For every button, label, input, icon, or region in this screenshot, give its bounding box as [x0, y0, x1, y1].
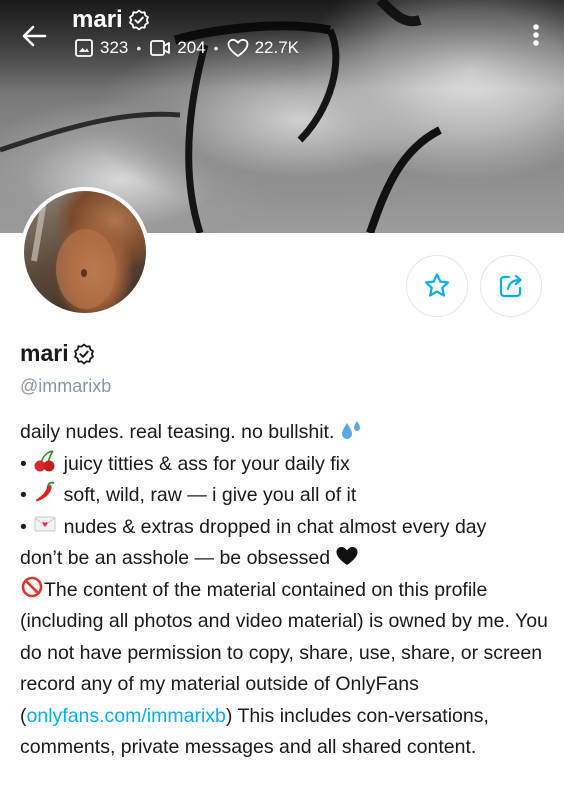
header-stats: 323 • 204 • 22.7K	[74, 38, 299, 58]
videos-count: 204	[177, 38, 206, 57]
share-icon	[499, 274, 522, 298]
header-name: mari	[72, 6, 123, 33]
verified-badge-icon	[128, 9, 149, 31]
bio-bullet-text: juicy titties & ass for your daily fix	[63, 452, 350, 475]
likes-stat: 22.7K	[227, 38, 299, 58]
sweat-droplets-icon	[341, 421, 360, 439]
avatar-photo	[31, 200, 116, 309]
hot-pepper-icon	[36, 481, 55, 502]
favorite-button[interactable]	[406, 255, 468, 317]
back-button[interactable]	[16, 18, 52, 54]
image-icon	[75, 39, 93, 57]
avatar[interactable]	[20, 187, 150, 317]
more-options-button[interactable]	[524, 18, 548, 52]
bio-bullet-text: soft, wild, raw — i give you all of it	[63, 484, 357, 506]
bio-bullet-text: nudes & extras dropped in chat almost ev…	[63, 515, 487, 538]
photos-count: 323	[100, 38, 129, 57]
love-letter-icon	[34, 516, 56, 531]
bio-line: don’t be an asshole — be obsessed	[20, 543, 550, 575]
bio-intro: daily nudes. real teasing. no bullshit.	[20, 421, 335, 443]
cherries-icon	[34, 449, 55, 471]
likes-count: 22.7K	[254, 38, 299, 57]
profile-handle: @immarixb	[20, 376, 112, 396]
bullet-dot: •	[20, 452, 33, 475]
verified-badge-icon	[73, 343, 94, 364]
profile-bio: daily nudes. real teasing. no bullshit. …	[20, 417, 550, 764]
star-icon	[424, 273, 450, 297]
arrow-left-icon	[22, 25, 47, 47]
profile-name-text: mari	[20, 340, 69, 366]
stat-separator: •	[136, 40, 142, 56]
bullet-dot: •	[20, 515, 33, 538]
video-icon	[150, 40, 171, 56]
black-heart-icon	[336, 547, 358, 565]
bio-obsessed: don’t be an asshole — be obsessed	[20, 547, 331, 569]
bio-bullet: • juicy titties & ass for your daily fix	[20, 449, 550, 481]
stat-separator: •	[213, 40, 219, 56]
prohibited-icon	[21, 576, 43, 597]
bio-bullet: • nudes & extras dropped in chat almost …	[20, 512, 550, 544]
bio-line: daily nudes. real teasing. no bullshit.	[20, 417, 550, 449]
heart-icon	[227, 38, 248, 57]
header-title: mari	[72, 6, 151, 34]
profile-name: mari	[20, 340, 96, 367]
videos-stat: 204	[149, 38, 206, 58]
profile-link[interactable]: onlyfans.com/immarixb	[27, 705, 226, 727]
bullet-dot: •	[20, 484, 33, 506]
bio-bullet: • soft, wild, raw — i give you all of it	[20, 480, 550, 512]
more-vertical-icon	[533, 24, 539, 46]
photos-stat: 323	[74, 38, 128, 58]
share-button[interactable]	[480, 255, 542, 317]
bio-notice: The content of the material contained on…	[20, 575, 550, 764]
